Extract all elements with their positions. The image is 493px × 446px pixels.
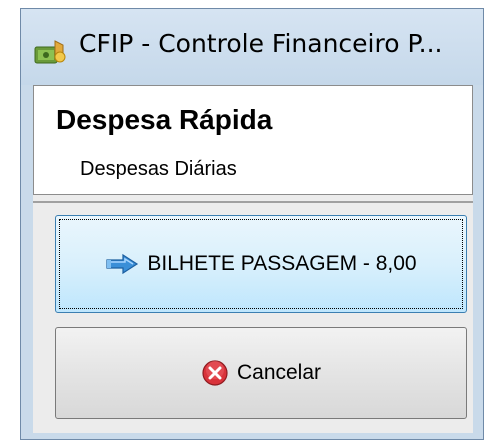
- page-subtitle: Despesas Diárias: [80, 158, 237, 180]
- window-title: CFIP - Controle Financeiro P...: [79, 29, 443, 58]
- money-bag-icon: [34, 40, 66, 64]
- header-panel: Despesa Rápida Despesas Diárias: [33, 85, 473, 195]
- page-title: Despesa Rápida: [56, 104, 273, 135]
- arrow-right-icon: [105, 253, 139, 275]
- expense-quick-label: BILHETE PASSAGEM - 8,00: [147, 252, 417, 275]
- dialog-window: CFIP - Controle Financeiro P... Despesa …: [20, 8, 484, 440]
- expense-quick-button[interactable]: BILHETE PASSAGEM - 8,00: [55, 215, 467, 313]
- cancel-icon: [201, 359, 229, 387]
- cancel-label: Cancelar: [236, 361, 322, 384]
- divider: [33, 201, 473, 203]
- dialog-body: Despesa Rápida Despesas Diárias BILHETE …: [33, 85, 473, 433]
- title-bar[interactable]: CFIP - Controle Financeiro P...: [21, 9, 483, 85]
- cancel-button[interactable]: Cancelar: [55, 327, 467, 419]
